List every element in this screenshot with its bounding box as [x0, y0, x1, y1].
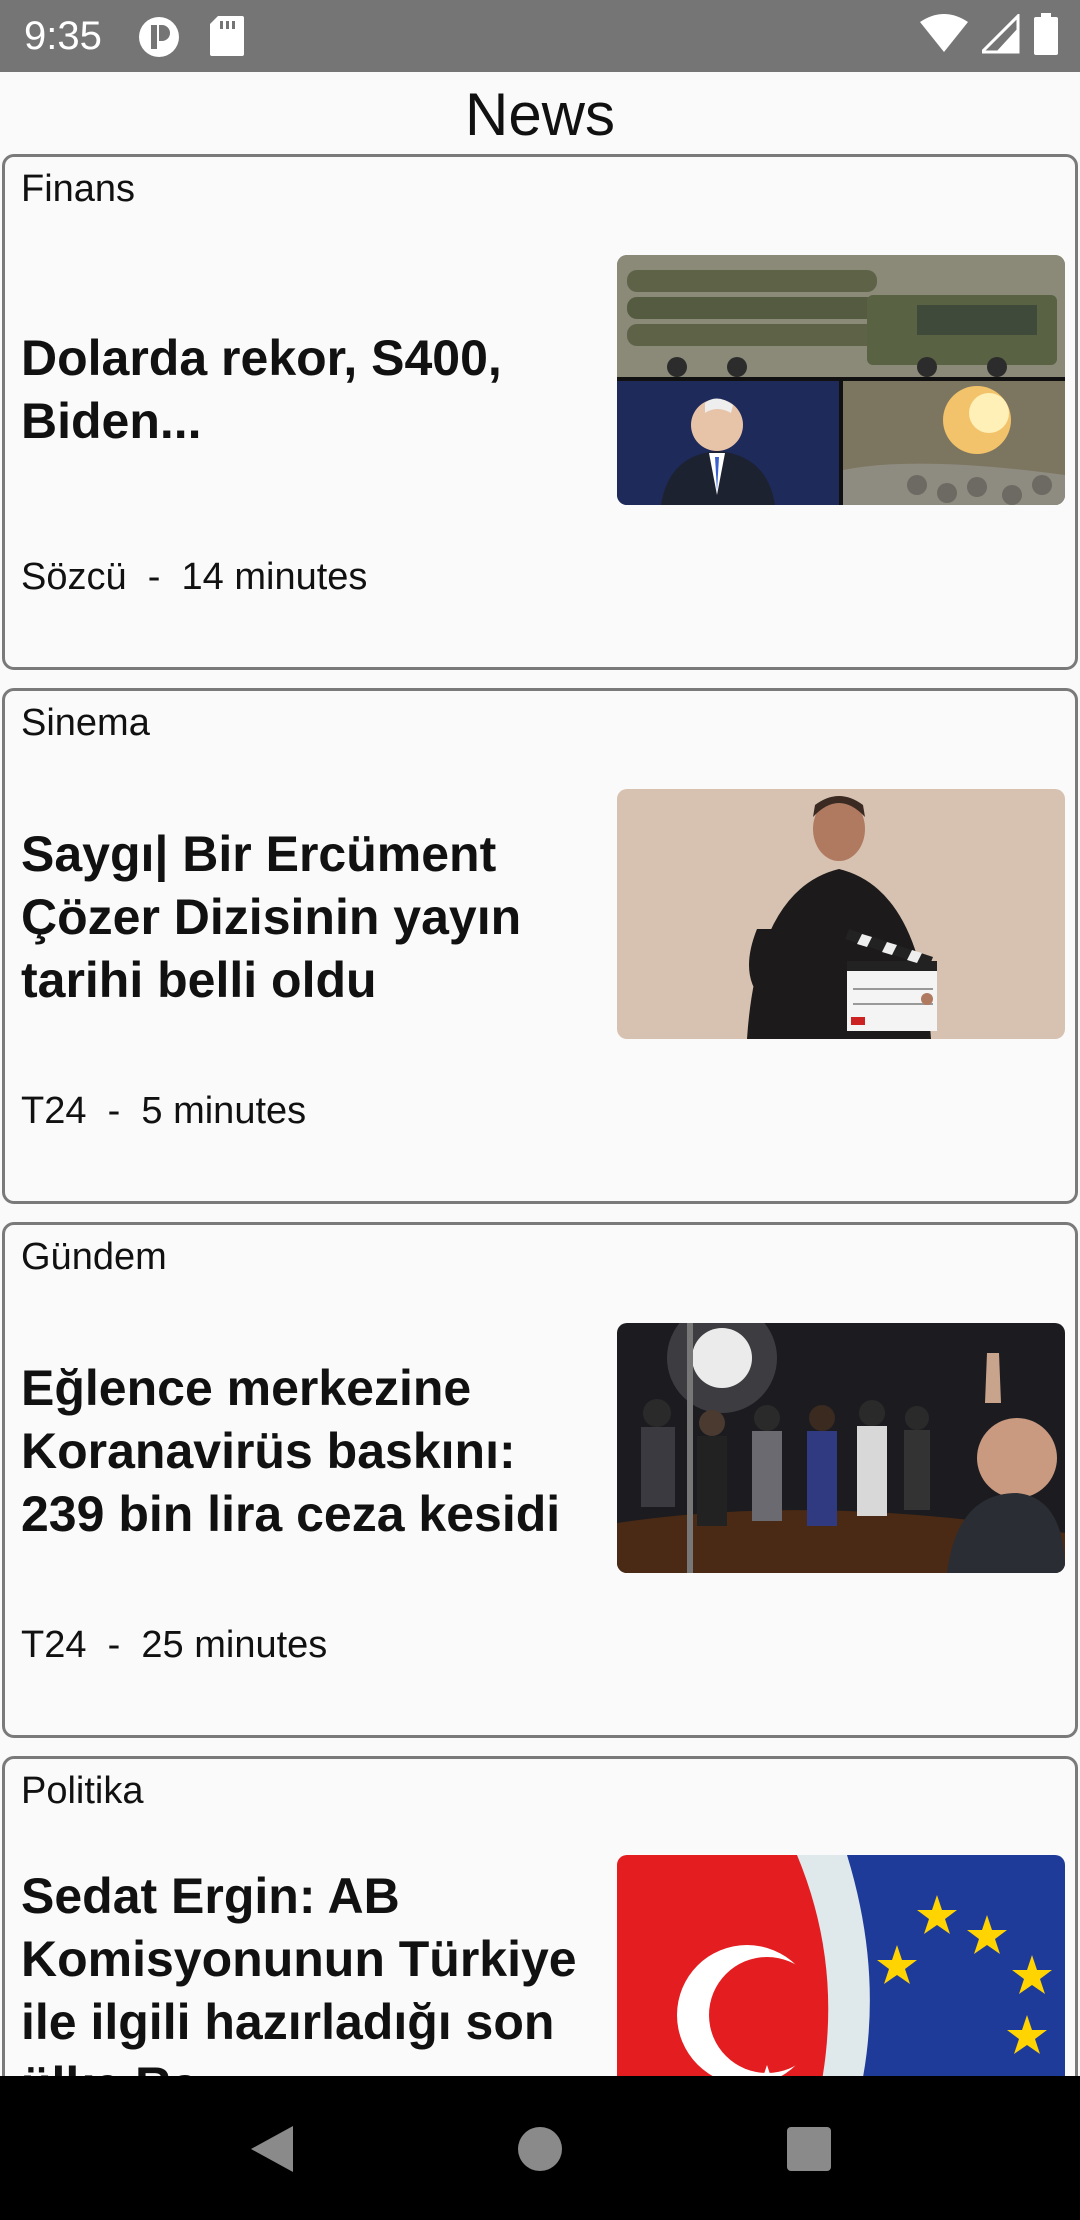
recents-icon[interactable] — [774, 2114, 844, 2184]
card-category: Politika — [21, 1770, 144, 1812]
turkey-eu-flags-photo-icon — [617, 1855, 1065, 2076]
news-photo-collage-icon — [617, 255, 1065, 505]
card-source: T24 — [21, 1090, 87, 1132]
card-time: 14 minutes — [181, 556, 368, 598]
page-title: News — [464, 81, 616, 148]
news-card[interactable]: Politika Sedat Ergin: AB Komisyonunun Tü… — [2, 1756, 1078, 2076]
system-nav-bar — [0, 2076, 1080, 2220]
cellular-signal-icon — [978, 11, 1020, 59]
back-icon[interactable] — [236, 2114, 306, 2184]
news-card[interactable]: Sinema Saygı| Bir Ercüment Çözer Dizisin… — [2, 688, 1078, 1204]
card-headline: Dolarda rekor, S400, Biden... — [21, 330, 502, 449]
status-time: 9:35 — [24, 14, 102, 58]
battery-icon — [1034, 12, 1058, 60]
card-headline: Sedat Ergin: AB Komisyonunun Türkiye ile… — [21, 1868, 577, 2076]
news-screen: 9:35 News Finans Dolarda rekor, S400, Bi… — [0, 0, 1080, 2220]
app-notification-icon — [138, 16, 180, 58]
card-meta: Sözcü - 14 minutes — [21, 553, 367, 601]
news-card[interactable]: Gündem Eğlence merkezine Koranavirüs bas… — [2, 1222, 1078, 1738]
news-feed[interactable]: Finans Dolarda rekor, S400, Biden... Söz… — [0, 152, 1080, 2076]
card-headline: Eğlence merkezine Koranavirüs baskını: 2… — [21, 1360, 561, 1542]
wifi-icon — [920, 13, 968, 59]
news-card[interactable]: Finans Dolarda rekor, S400, Biden... Söz… — [2, 154, 1078, 670]
sd-card-icon — [210, 16, 252, 58]
status-right-icons — [920, 11, 1058, 60]
card-separator: - — [147, 556, 161, 598]
card-separator: - — [107, 1624, 121, 1666]
card-headline: Saygı| Bir Ercüment Çözer Dizisinin yayı… — [21, 826, 522, 1008]
card-time: 5 minutes — [141, 1090, 307, 1132]
crowd-at-venue-photo-icon — [617, 1323, 1065, 1573]
card-category: Gündem — [21, 1236, 167, 1278]
card-category: Finans — [21, 168, 136, 210]
man-with-clapperboard-photo-icon — [617, 789, 1065, 1039]
card-meta: T24 - 25 minutes — [21, 1621, 327, 1669]
card-time: 25 minutes — [141, 1624, 328, 1666]
card-separator: - — [107, 1090, 121, 1132]
card-source: T24 — [21, 1624, 87, 1666]
home-icon[interactable] — [505, 2114, 575, 2184]
card-meta: T24 - 5 minutes — [21, 1087, 306, 1135]
card-source: Sözcü — [21, 556, 127, 598]
card-category: Sinema — [21, 702, 150, 744]
status-bar: 9:35 — [0, 0, 1080, 72]
